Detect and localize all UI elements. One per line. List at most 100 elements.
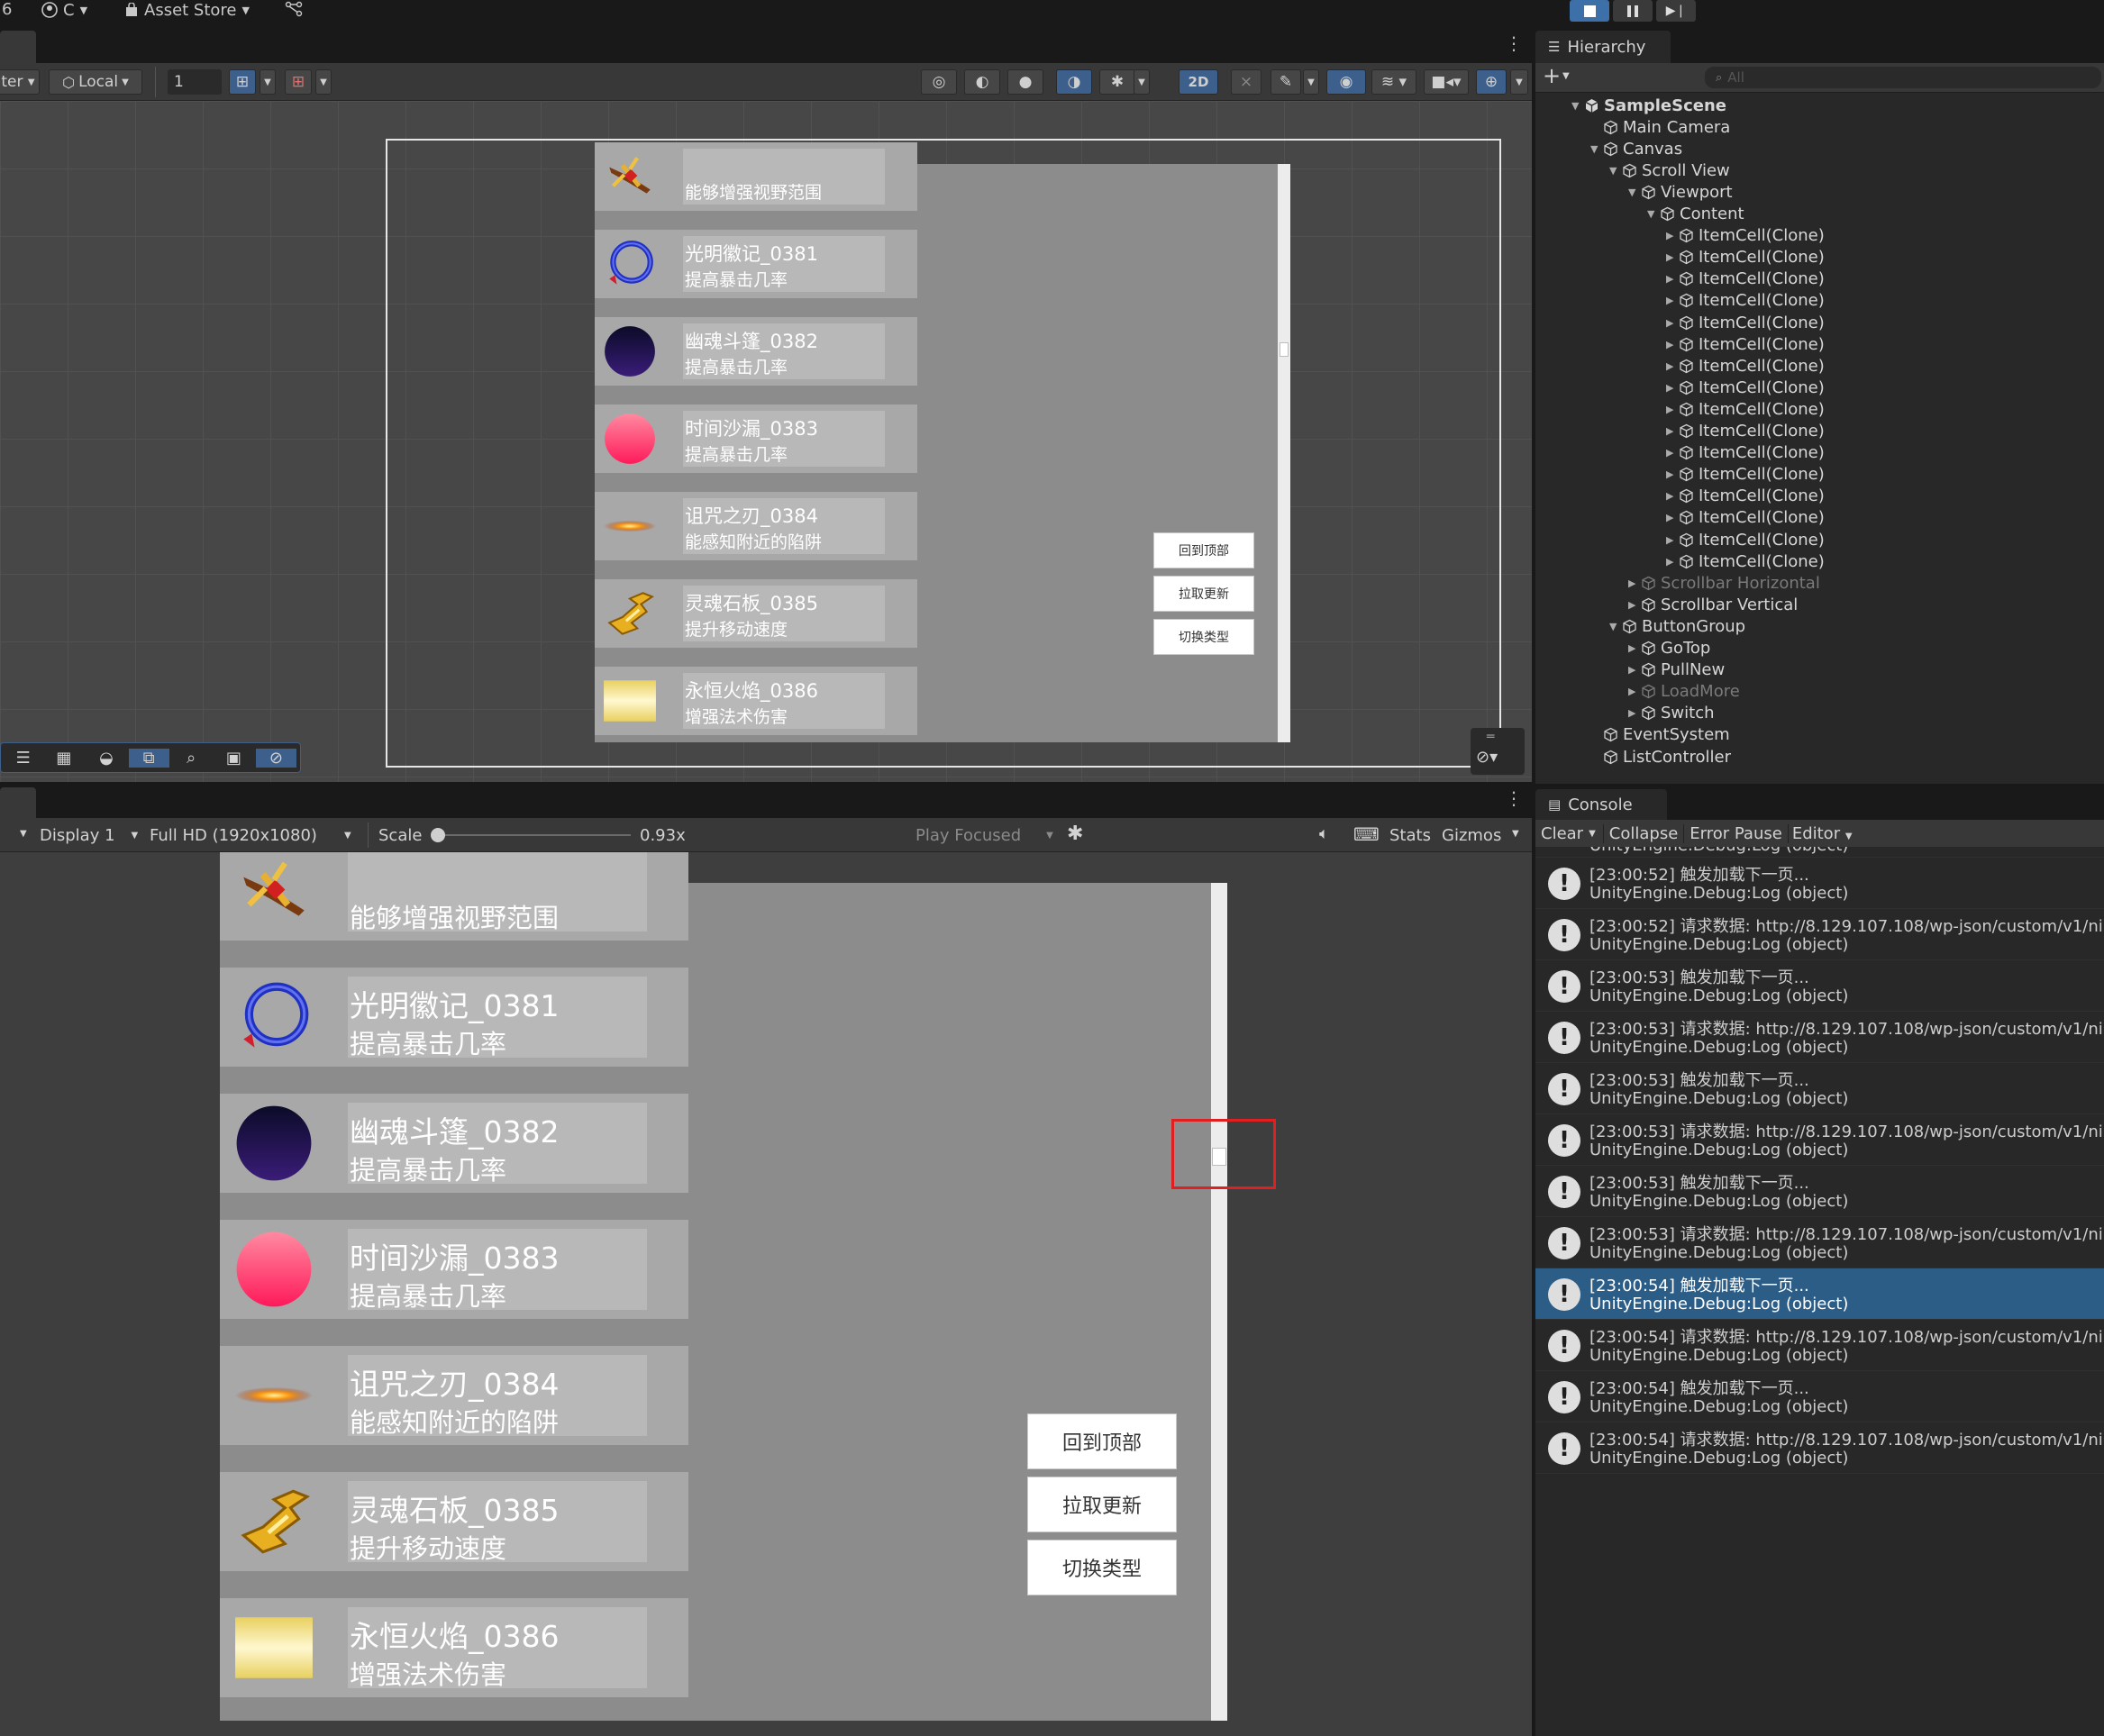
collapse-arrow-icon[interactable]: ▶ [1666,382,1679,394]
item-cell[interactable]: 幽魂斗篷_0382 提高暴击几率 [595,317,917,386]
hier-item-cell[interactable]: ▶ ItemCell(Clone) [1666,421,1825,442]
switch-type-button[interactable]: 切换类型 [1027,1540,1177,1595]
drag-handle-icon[interactable]: ═ [1487,730,1494,744]
hier-item-cell[interactable]: ▶ ItemCell(Clone) [1666,507,1825,529]
game-tab[interactable] [0,787,36,818]
item-cell[interactable]: 灵魂石板_0385 提升移动速度 [595,579,917,648]
collapse-arrow-icon[interactable]: ▶ [1666,317,1679,329]
scene-scroll-view[interactable]: 能够增强视野范围 光明徽记_0381 提高暴击几率 幽魂斗篷_0382 提高暴击几率 时间… [595,142,1290,742]
expand-arrow-icon[interactable]: ▼ [1571,100,1584,112]
collapse-toggle[interactable]: Collapse [1602,823,1684,843]
bug-icon[interactable]: ✱ [1067,823,1083,845]
log-row[interactable]: ! [23:00:53] 触发加载下一页... UnityEngine.Debug:… [1535,1166,2104,1217]
hier-item-cell[interactable]: ▶ ItemCell(Clone) [1666,355,1825,377]
scene-view[interactable]: 能够增强视野范围 光明徽记_0381 提高暴击几率 幽魂斗篷_0382 提高暴击几率 时间… [0,101,1532,782]
compass-icon[interactable]: ⊘ [255,748,296,768]
sphere-icon[interactable]: ◒ [86,749,126,768]
item-cell[interactable]: 灵魂石板_0385 提升移动速度 [220,1472,688,1571]
resolution-dropdown[interactable]: Full HD (1920x1080) ▼ [150,822,351,849]
log-row[interactable]: ! [23:00:54] 请求数据: http://8.129.107.108/w… [1535,1320,2104,1371]
clear-button[interactable]: Clear [1535,824,1589,843]
collapse-arrow-icon[interactable]: ▶ [1666,512,1679,523]
item-cell[interactable]: 永恒火焰_0386 增强法术伤害 [595,667,917,735]
item-cell[interactable]: 能够增强视野范围 [595,142,917,211]
stats-toggle[interactable]: Stats [1389,826,1431,845]
collapse-arrow-icon[interactable]: ▶ [1666,273,1679,285]
add-icon[interactable]: + [1543,63,1561,88]
item-cell[interactable]: 时间沙漏_0383 提高暴击几率 [220,1220,688,1319]
log-row[interactable]: ! [23:00:53] 请求数据: http://8.129.107.108/w… [1535,1114,2104,1166]
grid-snap-button[interactable]: ⊞ [229,69,256,95]
kebab-menu-icon[interactable]: ⋮ [1505,787,1523,809]
camera-button[interactable]: ■◂▾ [1424,69,1469,95]
scrollbar-handle[interactable] [1280,342,1289,357]
hier-load-more[interactable]: ▶ LoadMore [1628,681,1740,703]
hier-item-cell[interactable]: ▶ ItemCell(Clone) [1666,464,1825,486]
chevron-down-icon[interactable]: ▼ [20,829,27,839]
grid-icon[interactable]: ▦ [43,749,84,768]
hier-event-system[interactable]: EventSystem [1590,724,1730,746]
item-cell[interactable]: 幽魂斗篷_0382 提高暴击几率 [220,1094,688,1193]
collapse-arrow-icon[interactable]: ▶ [1628,664,1641,676]
hier-item-cell[interactable]: ▶ ItemCell(Clone) [1666,333,1825,355]
game-scroll-view[interactable]: 能够增强视野范围 光明徽记_0381 提高暴击几率 幽魂斗篷_0382 提高暴击几率 时间… [220,852,1227,1721]
draw-mode-button[interactable]: ◎ [921,69,957,95]
collapse-arrow-icon[interactable]: ▶ [1666,339,1679,350]
effects-dropdown[interactable]: ▼ [1303,69,1319,95]
hier-button-group[interactable]: ▼ ButtonGroup [1609,615,1745,637]
hier-item-cell[interactable]: ▶ ItemCell(Clone) [1666,550,1825,572]
increment-snap-dropdown[interactable]: ▼ [315,69,332,95]
camera-preview-icon[interactable]: ▣ [214,749,254,768]
switch-type-button[interactable]: 切换类型 [1153,619,1254,655]
increment-snap-button[interactable]: ⊞ [285,69,312,95]
chevron-down-icon[interactable]: ▼ [1562,71,1570,81]
play-button[interactable] [1570,0,1609,22]
expand-arrow-icon[interactable]: ▼ [1590,143,1603,155]
chevron-down-icon[interactable]: ▼ [1512,829,1519,839]
audio-toggle[interactable]: ⨯ [1231,69,1261,95]
hier-scrollbar-horizontal[interactable]: ▶ Scrollbar Horizontal [1628,572,1820,594]
collapse-arrow-icon[interactable]: ▶ [1628,707,1641,719]
collapse-arrow-icon[interactable]: ▶ [1666,425,1679,437]
collapse-arrow-icon[interactable]: ▶ [1666,360,1679,372]
error-pause-toggle[interactable]: Error Pause [1683,823,1788,843]
gizmos-scene-dropdown[interactable]: ▼ [1510,69,1528,95]
hier-item-cell[interactable]: ▶ ItemCell(Clone) [1666,290,1825,312]
log-row-partial[interactable]: UnityEngine.Debug:Log (object) [1535,847,2104,858]
pull-new-button[interactable]: 拉取更新 [1027,1477,1177,1532]
version-control-icon[interactable] [285,1,303,17]
collapse-arrow-icon[interactable]: ▶ [1666,447,1679,459]
log-row[interactable]: ! [23:00:53] 请求数据: http://8.129.107.108/w… [1535,1012,2104,1063]
hier-list-controller[interactable]: ListController [1590,746,1731,768]
hier-viewport[interactable]: ▼ Viewport [1628,181,1733,203]
hier-item-cell[interactable]: ▶ ItemCell(Clone) [1666,529,1825,550]
kebab-menu-icon[interactable]: ⋮ [1505,32,1523,54]
search-icon[interactable]: ⌕ [171,749,212,768]
wireframe-button[interactable]: ◐ [964,69,1000,95]
log-row[interactable]: ! [23:00:53] 请求数据: http://8.129.107.108/w… [1535,1217,2104,1268]
collapse-arrow-icon[interactable]: ▶ [1666,404,1679,415]
keyboard-icon[interactable]: ⌨ [1353,823,1380,845]
editor-dropdown[interactable]: Editor ▼ [1787,823,1856,843]
compass-icon[interactable]: ⊘▾ [1476,748,1498,767]
hierarchy-search-input[interactable]: ⌕ All [1705,67,2101,88]
lighting-toggle[interactable]: ◑ [1056,69,1092,95]
hier-item-cell[interactable]: ▶ ItemCell(Clone) [1666,312,1825,333]
hier-content[interactable]: ▼ Content [1647,204,1744,225]
hier-main-camera[interactable]: Main Camera [1590,116,1730,138]
debug-button[interactable]: ✱ [1099,69,1135,95]
play-focused-dropdown[interactable]: Play Focused ▼ [915,822,1053,849]
hierarchy-tab[interactable]: ☰ Hierarchy [1535,31,1671,63]
visibility-toggle[interactable]: ◉ [1326,69,1366,95]
asset-store-button[interactable]: Asset Store ▼ [124,0,250,20]
collapse-arrow-icon[interactable]: ▶ [1628,686,1641,697]
gizmos-scene-button[interactable]: ⊕ [1476,69,1507,95]
hier-item-cell[interactable]: ▶ ItemCell(Clone) [1666,225,1825,247]
log-row[interactable]: ! [23:00:53] 触发加载下一页... UnityEngine.Debug:… [1535,960,2104,1012]
mode-2d-toggle[interactable]: 2D [1179,69,1218,95]
collapse-arrow-icon[interactable]: ▶ [1666,490,1679,502]
item-cell[interactable]: 永恒火焰_0386 增强法术伤害 [220,1598,688,1697]
collapse-arrow-icon[interactable]: ▶ [1628,642,1641,654]
scrollbar-vertical[interactable] [1211,883,1227,1721]
item-cell[interactable]: 诅咒之刃_0384 能感知附近的陷阱 [595,492,917,560]
